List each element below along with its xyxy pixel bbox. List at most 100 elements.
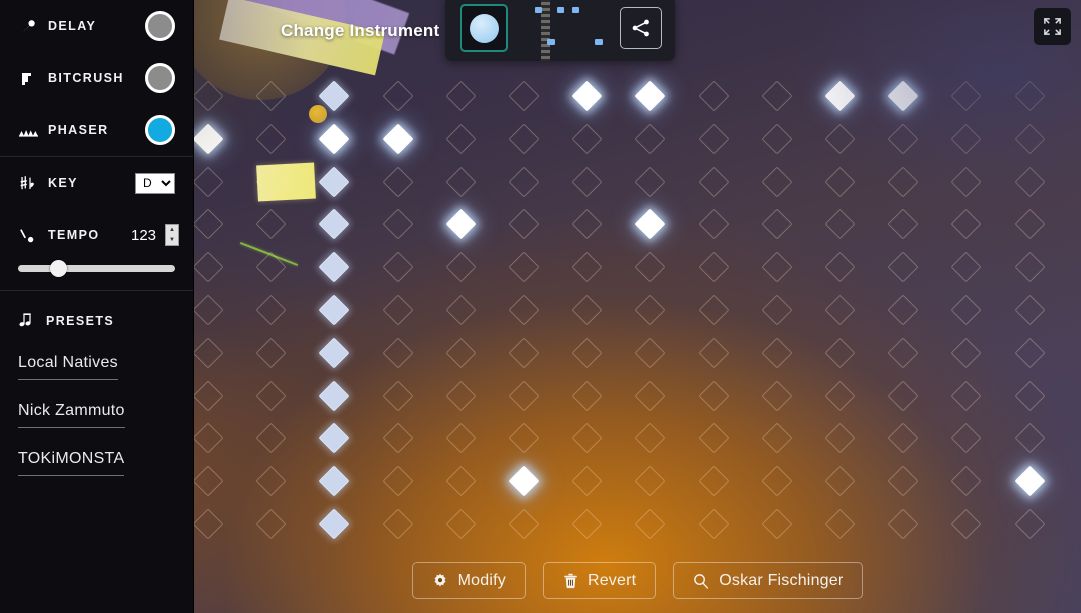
grid-cell[interactable] (255, 422, 287, 454)
grid-cell[interactable] (382, 422, 414, 454)
grid-cell[interactable] (824, 294, 856, 326)
grid-cell[interactable] (318, 80, 350, 112)
effect-row-delay[interactable]: DELAY (0, 0, 193, 52)
tempo-slider[interactable] (18, 260, 175, 277)
grid-cell[interactable] (824, 508, 856, 540)
grid-cell[interactable] (255, 508, 287, 540)
grid-cell[interactable] (571, 80, 603, 112)
grid-cell[interactable] (887, 251, 919, 283)
grid-cell[interactable] (634, 465, 666, 497)
grid-cell[interactable] (1014, 465, 1046, 497)
grid-cell[interactable] (318, 465, 350, 497)
grid-cell[interactable] (698, 380, 730, 412)
grid-cell[interactable] (318, 123, 350, 155)
grid-cell[interactable] (887, 465, 919, 497)
grid-cell[interactable] (382, 80, 414, 112)
grid-cell[interactable] (445, 337, 477, 369)
grid-cell[interactable] (445, 123, 477, 155)
grid-cell[interactable] (192, 508, 224, 540)
grid-cell[interactable] (318, 208, 350, 240)
grid-cell[interactable] (192, 380, 224, 412)
grid-cell[interactable] (571, 337, 603, 369)
grid-cell[interactable] (318, 508, 350, 540)
grid-cell[interactable] (761, 380, 793, 412)
grid-cell[interactable] (634, 337, 666, 369)
grid-cell[interactable] (318, 422, 350, 454)
grid-cell[interactable] (255, 465, 287, 497)
grid-cell[interactable] (634, 166, 666, 198)
grid-cell[interactable] (192, 337, 224, 369)
grid-cell[interactable] (382, 251, 414, 283)
grid-cell[interactable] (571, 294, 603, 326)
grid-cell[interactable] (698, 208, 730, 240)
modify-button[interactable]: Modify (411, 562, 526, 599)
grid-cell[interactable] (950, 123, 982, 155)
grid-cell[interactable] (445, 80, 477, 112)
grid-cell[interactable] (761, 465, 793, 497)
grid-cell[interactable] (318, 380, 350, 412)
grid-cell[interactable] (824, 208, 856, 240)
grid-cell[interactable] (698, 422, 730, 454)
grid-cell[interactable] (382, 465, 414, 497)
grid-cell[interactable] (508, 422, 540, 454)
effect-row-bitcrush[interactable]: BITCRUSH (0, 52, 193, 104)
grid-cell[interactable] (382, 380, 414, 412)
grid-cell[interactable] (1014, 337, 1046, 369)
grid-cell[interactable] (192, 251, 224, 283)
grid-cell[interactable] (508, 380, 540, 412)
grid-cell[interactable] (887, 337, 919, 369)
grid-cell[interactable] (887, 422, 919, 454)
tempo-stepper[interactable]: ▲ ▼ (165, 224, 179, 246)
grid-cell[interactable] (445, 294, 477, 326)
grid-cell[interactable] (571, 166, 603, 198)
preset-item[interactable]: Local Natives (18, 354, 118, 380)
grid-cell[interactable] (445, 251, 477, 283)
grid-cell[interactable] (1014, 380, 1046, 412)
grid-cell[interactable] (382, 166, 414, 198)
grid-cell[interactable] (1014, 166, 1046, 198)
grid-cell[interactable] (318, 294, 350, 326)
grid-cell[interactable] (255, 123, 287, 155)
grid-cell[interactable] (382, 208, 414, 240)
grid-cell[interactable] (761, 422, 793, 454)
grid-cell[interactable] (698, 508, 730, 540)
tempo-slider-thumb[interactable] (50, 260, 68, 277)
grid-cell[interactable] (571, 123, 603, 155)
grid-cell[interactable] (508, 166, 540, 198)
instrument-thumbnail-button[interactable] (460, 4, 508, 52)
grid-cell[interactable] (887, 508, 919, 540)
grid-cell[interactable] (887, 294, 919, 326)
grid-cell[interactable] (824, 166, 856, 198)
grid-cell[interactable] (255, 80, 287, 112)
grid-cell[interactable] (508, 294, 540, 326)
grid-cell[interactable] (445, 380, 477, 412)
grid-cell[interactable] (824, 123, 856, 155)
grid-cell[interactable] (255, 208, 287, 240)
grid-cell[interactable] (761, 508, 793, 540)
grid-cell[interactable] (192, 294, 224, 326)
tempo-field[interactable]: ▲ ▼ (131, 224, 179, 246)
grid-cell[interactable] (698, 123, 730, 155)
grid-cell[interactable] (698, 251, 730, 283)
grid-cell[interactable] (761, 251, 793, 283)
grid-cell[interactable] (192, 208, 224, 240)
grid-cell[interactable] (950, 337, 982, 369)
grid-cell[interactable] (1014, 80, 1046, 112)
grid-cell[interactable] (255, 380, 287, 412)
grid-cell[interactable] (571, 465, 603, 497)
key-select[interactable]: ABCDEFG (135, 172, 175, 194)
grid-cell[interactable] (508, 80, 540, 112)
effect-row-phaser[interactable]: PHASER (0, 104, 193, 156)
grid-cell[interactable] (824, 337, 856, 369)
grid-cell[interactable] (887, 166, 919, 198)
grid-cell[interactable] (508, 508, 540, 540)
grid-cell[interactable] (571, 380, 603, 412)
grid-cell[interactable] (824, 465, 856, 497)
grid-cell[interactable] (761, 294, 793, 326)
grid-cell[interactable] (950, 251, 982, 283)
grid-cell[interactable] (318, 337, 350, 369)
grid-cell[interactable] (761, 80, 793, 112)
grid-cell[interactable] (634, 294, 666, 326)
grid-cell[interactable] (634, 508, 666, 540)
grid-cell[interactable] (571, 251, 603, 283)
